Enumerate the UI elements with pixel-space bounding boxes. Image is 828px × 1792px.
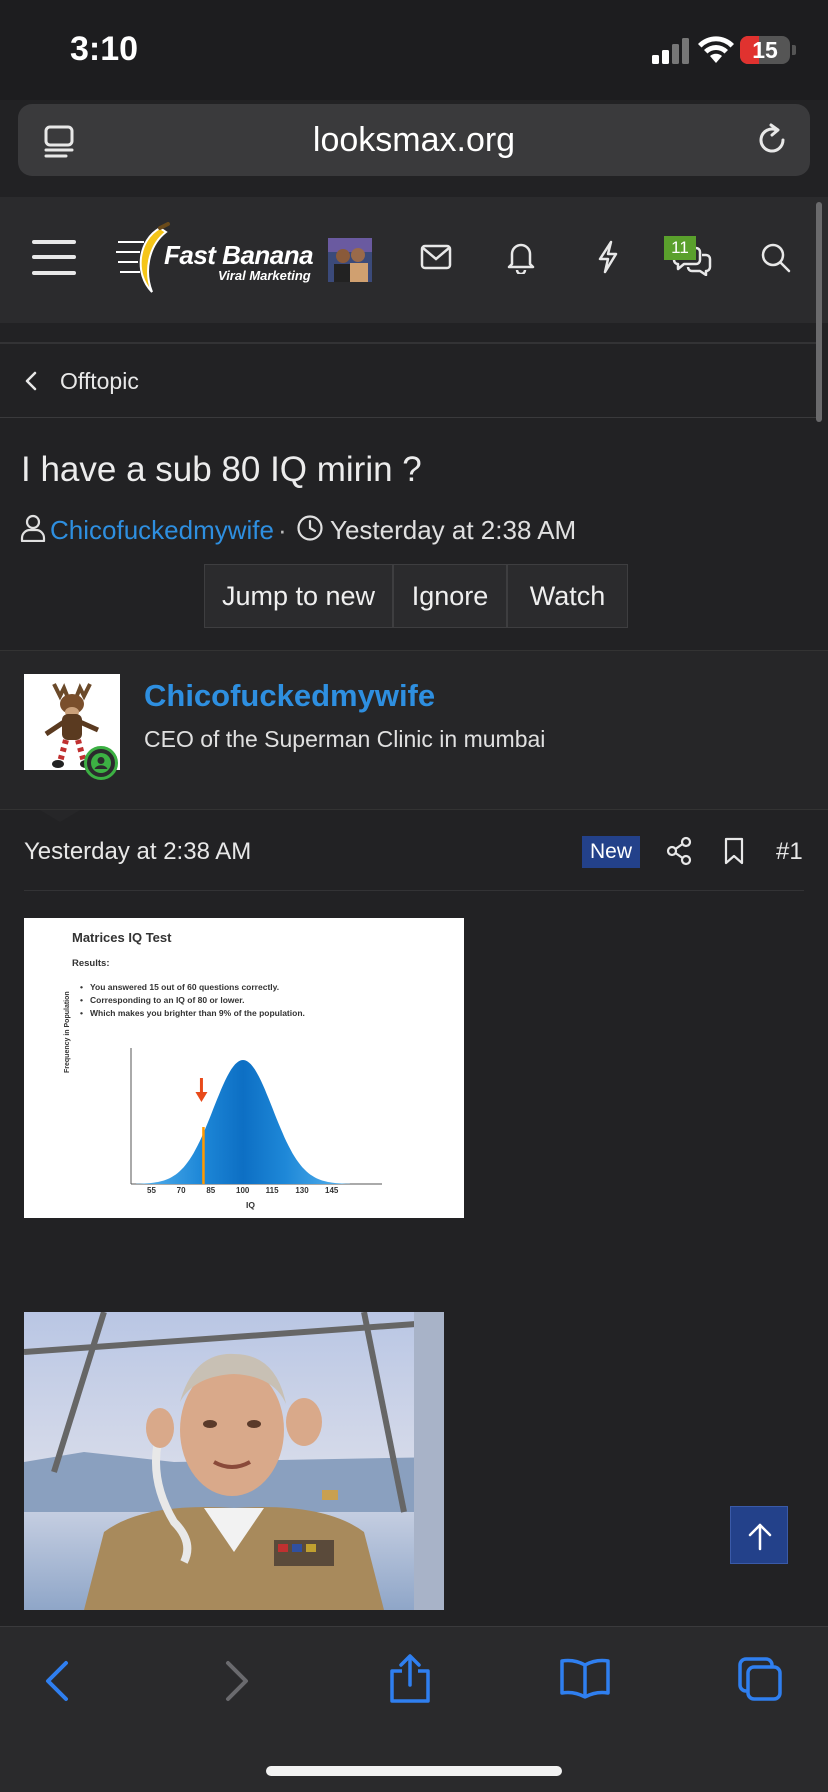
page-scrollbar[interactable] — [816, 202, 822, 422]
battery-tip — [792, 45, 796, 55]
meta-separator: · — [278, 515, 287, 545]
hamburger-icon[interactable] — [32, 240, 76, 276]
cellular-signal-icon — [652, 38, 689, 64]
thread-action-buttons: Jump to new Ignore Watch — [204, 564, 628, 628]
status-time: 3:10 — [70, 30, 139, 68]
share-icon[interactable] — [666, 836, 692, 866]
conversations-badge[interactable]: 11 — [664, 236, 696, 260]
iq-x-axis-label: IQ — [246, 1200, 255, 1210]
bell-icon[interactable] — [506, 240, 536, 274]
share-sheet-icon[interactable] — [388, 1653, 432, 1705]
general-gif-illustration — [24, 1312, 444, 1610]
arrow-up-icon — [748, 1523, 772, 1551]
thread-author-link[interactable]: Chicofuckedmywife — [50, 515, 274, 546]
logo-title: Fast Banana — [164, 240, 314, 270]
home-indicator — [266, 1766, 562, 1776]
post-username-link[interactable]: Chicofuckedmywife — [144, 678, 435, 714]
iq-x-tick: 130 — [295, 1186, 309, 1195]
breadcrumb[interactable]: Offtopic — [0, 344, 816, 418]
online-user-icon — [91, 753, 111, 773]
iq-x-tick: 100 — [236, 1186, 250, 1195]
reload-icon[interactable] — [754, 122, 790, 158]
bell-curve — [136, 1060, 350, 1184]
bookmarks-book-icon[interactable] — [558, 1657, 612, 1699]
tabs-overview-icon[interactable] — [736, 1655, 784, 1703]
post-gif-image[interactable] — [24, 1312, 444, 1610]
user-icon — [20, 514, 46, 542]
user-panel-arrow — [40, 810, 80, 822]
iq-x-tick: 55 — [147, 1186, 156, 1195]
post-divider — [24, 890, 804, 891]
iq-test-image[interactable]: Matrices IQ Test Results: You answered 1… — [24, 918, 464, 1218]
chevron-left-icon[interactable] — [24, 370, 38, 392]
battery-indicator: 15 — [740, 36, 790, 64]
iq-x-tick: 85 — [206, 1186, 216, 1195]
logo-subtitle: Viral Marketing — [218, 268, 311, 283]
thread-body — [0, 650, 828, 1792]
online-status-badge — [84, 746, 118, 780]
thread-date[interactable]: Yesterday at 2:38 AM — [330, 515, 576, 546]
post-date-link[interactable]: Yesterday at 2:38 AM — [24, 838, 251, 866]
iq-x-tick: 70 — [176, 1186, 186, 1195]
breadcrumb-link[interactable]: Offtopic — [60, 368, 139, 395]
envelope-icon[interactable] — [420, 244, 452, 270]
back-chevron-icon[interactable] — [42, 1659, 72, 1703]
forward-chevron-icon[interactable] — [222, 1659, 252, 1703]
lightning-icon[interactable] — [596, 240, 620, 274]
scroll-to-top-button[interactable] — [730, 1506, 788, 1564]
ignore-button[interactable]: Ignore — [393, 564, 507, 628]
jump-to-new-button[interactable]: Jump to new — [204, 564, 393, 628]
iq-x-tick: 145 — [325, 1186, 339, 1195]
iq-x-tick: 115 — [265, 1186, 279, 1195]
address-bar[interactable]: looksmax.org — [18, 104, 810, 176]
wifi-icon — [698, 36, 734, 63]
thread-title: I have a sub 80 IQ mirin ? — [21, 450, 422, 489]
header-avatar[interactable] — [328, 238, 372, 282]
search-icon[interactable] — [760, 242, 792, 274]
user-title: CEO of the Superman Clinic in mumbai — [144, 726, 546, 752]
watch-button[interactable]: Watch — [507, 564, 628, 628]
iq-bell-curve-chart — [130, 1048, 382, 1185]
clock-icon — [297, 515, 323, 541]
post-number-link[interactable]: #1 — [776, 838, 803, 866]
battery-level: 15 — [752, 37, 778, 63]
status-bar: 3:10 15 — [0, 0, 828, 100]
iq-score-arrow — [195, 1078, 208, 1102]
url-text[interactable]: looksmax.org — [18, 104, 810, 176]
new-badge: New — [582, 836, 640, 868]
bookmark-icon[interactable] — [722, 836, 746, 866]
